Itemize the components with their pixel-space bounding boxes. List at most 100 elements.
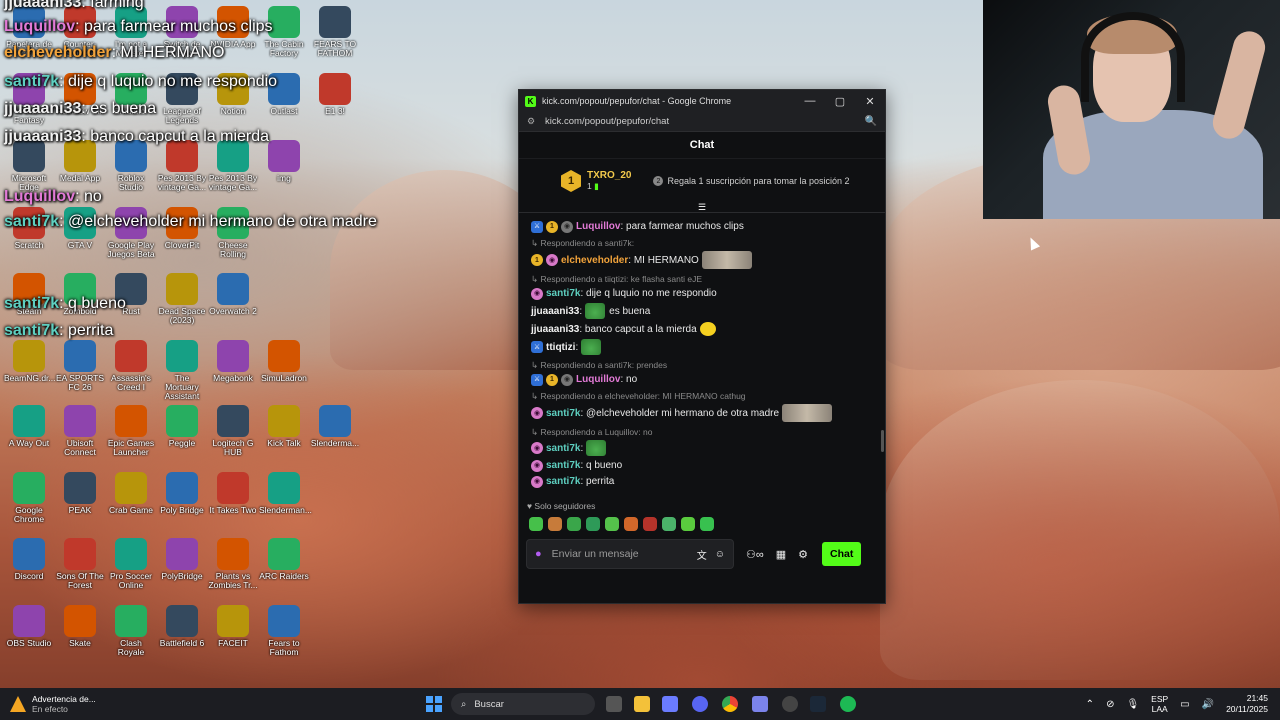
desktop-icon[interactable]: Ubisoft Connect xyxy=(55,405,105,457)
notification-warning[interactable]: Advertencia de... En efecto xyxy=(10,694,96,714)
minimize-button[interactable]: — xyxy=(795,95,825,107)
desktop-icon[interactable]: Peggle xyxy=(157,405,207,448)
desktop-icon[interactable]: Epic Games Launcher xyxy=(106,405,156,457)
reply-context[interactable]: ↳ Respondiendo a Luquillov: no xyxy=(531,427,873,438)
close-button[interactable]: ✕ xyxy=(855,95,885,108)
desktop-icon[interactable]: ARC Raiders xyxy=(259,538,309,581)
chat-message[interactable]: jjuaaani33: banco capcut a la mierda xyxy=(531,322,873,336)
chat-message[interactable]: ◉ santi7k: perrita xyxy=(531,475,873,488)
chat-username[interactable]: elcheveholder xyxy=(561,254,628,267)
desktop-icon[interactable]: Skate xyxy=(55,605,105,648)
chat-message[interactable]: jjuaaani33: es buena xyxy=(531,303,873,319)
desktop-icon[interactable]: OBS Studio xyxy=(4,605,54,648)
maximize-button[interactable]: ▢ xyxy=(825,95,855,108)
chat-username[interactable]: santi7k xyxy=(546,475,580,488)
chat-username[interactable]: santi7k xyxy=(546,287,580,300)
emoji-icon[interactable]: ☺ xyxy=(715,549,725,560)
teams-icon[interactable] xyxy=(752,696,768,712)
chat-username[interactable]: santi7k xyxy=(546,442,580,455)
emote-button[interactable] xyxy=(529,517,543,531)
desktop-icon[interactable]: Discord xyxy=(4,538,54,581)
emote-button[interactable] xyxy=(681,517,695,531)
desktop-icon[interactable]: Slenderman... xyxy=(259,472,312,515)
emote-button[interactable] xyxy=(624,517,638,531)
spotify-icon[interactable] xyxy=(840,696,856,712)
window-titlebar[interactable]: K kick.com/popout/pepufor/chat - Google … xyxy=(519,90,885,112)
emote-button[interactable] xyxy=(643,517,657,531)
taskbar-search[interactable]: ⌕ Buscar xyxy=(451,693,595,715)
start-button[interactable] xyxy=(426,696,442,712)
network-off-icon[interactable]: ⊘ xyxy=(1106,699,1114,710)
chat-username[interactable]: jjuaaani33 xyxy=(531,323,579,336)
emote-button[interactable] xyxy=(700,517,714,531)
desktop-icon[interactable]: Plants vs Zombies Tr... xyxy=(208,538,258,590)
desktop-icon[interactable]: A Way Out xyxy=(4,405,54,448)
chat-username[interactable]: ttiqtizi xyxy=(546,341,575,354)
chat-scrollbar[interactable] xyxy=(881,430,884,452)
chat-message[interactable]: ◉ santi7k: @elcheveholder mi hermano de o… xyxy=(531,404,873,422)
emote-button[interactable] xyxy=(605,517,619,531)
expand-chevron-icon[interactable]: ☰ xyxy=(519,202,885,213)
taskview-icon[interactable] xyxy=(606,696,622,712)
chat-username[interactable]: Luquillov xyxy=(576,220,620,233)
users-icon[interactable]: ⚇∞ xyxy=(746,548,764,561)
clock[interactable]: 21:45 20/11/2025 xyxy=(1226,693,1268,715)
translate-icon[interactable]: 文 xyxy=(697,547,707,562)
settings-gear-icon[interactable]: ⚙ xyxy=(798,548,808,561)
chat-username[interactable]: Luquillov xyxy=(576,373,620,386)
desktop-icon[interactable]: FACEIT xyxy=(208,605,258,648)
microphone-icon[interactable]: 🎙 xyxy=(1126,699,1139,710)
chat-message[interactable]: ◉ santi7k: xyxy=(531,440,873,456)
store-icon[interactable]: ▦ xyxy=(776,548,786,561)
desktop-icon[interactable]: Logitech G HUB xyxy=(208,405,258,457)
chat-message[interactable]: 1 ◉ elcheveholder: MI HERMANO xyxy=(531,251,873,269)
chat-username[interactable]: jjuaaani33 xyxy=(531,305,579,318)
zoom-icon[interactable]: 🔍 xyxy=(865,116,877,127)
language-indicator[interactable]: ESP LAA xyxy=(1151,694,1168,714)
volume-icon[interactable]: 🔊 xyxy=(1202,699,1214,710)
chat-username[interactable]: santi7k xyxy=(546,407,580,420)
rank-badge-icon: 1 xyxy=(546,373,558,386)
send-chat-button[interactable]: Chat xyxy=(821,542,862,566)
chevron-up-icon[interactable]: ⌃ xyxy=(1086,699,1094,710)
store-app-icon[interactable] xyxy=(662,696,678,712)
desktop-icon[interactable]: Clash Royale xyxy=(106,605,156,657)
address-bar[interactable]: ⚙ kick.com/popout/pepufor/chat 🔍 xyxy=(519,112,885,132)
chrome-icon[interactable] xyxy=(722,696,738,712)
site-info-icon[interactable]: ⚙ xyxy=(527,116,539,127)
obs-icon[interactable] xyxy=(782,696,798,712)
reply-context[interactable]: ↳ Respondiendo a santi7k: prendes xyxy=(531,360,873,371)
chat-username[interactable]: santi7k xyxy=(546,459,580,472)
chat-message[interactable]: ◉ santi7k: q bueno xyxy=(531,459,873,472)
desktop-icon[interactable]: Poly Bridge xyxy=(157,472,207,515)
steam-icon[interactable] xyxy=(810,696,826,712)
network-icon[interactable]: ▭ xyxy=(1180,699,1189,710)
pinned-leaderboard[interactable]: 1 TXRO_20 1 ▮ 2 Regala 1 suscripción para… xyxy=(519,159,885,203)
desktop-icon[interactable]: PEAK xyxy=(55,472,105,515)
emote-button[interactable] xyxy=(567,517,581,531)
message-input[interactable]: ● Enviar un mensaje 文 ☺ xyxy=(526,539,734,569)
desktop-icon[interactable]: Crab Game xyxy=(106,472,156,515)
chat-message[interactable]: ⚔ 1 ◉ Luquillov: no xyxy=(531,373,873,386)
reply-context[interactable]: ↳ Respondiendo a santi7k: xyxy=(531,238,873,249)
desktop-icon[interactable]: Slenderma... xyxy=(310,405,360,448)
chat-message[interactable]: ⚔ 1 ◉ Luquillov: para farmear muchos clips xyxy=(531,220,873,233)
chat-message[interactable]: ◉ santi7k: dije q luquio no me respondio xyxy=(531,287,873,300)
desktop-icon[interactable]: Battlefield 6 xyxy=(157,605,207,648)
desktop-icon[interactable]: Sons Of The Forest xyxy=(55,538,105,590)
reply-context[interactable]: ↳ Respondiendo a elcheveholder: MI HERMA… xyxy=(531,391,873,402)
file-explorer-icon[interactable] xyxy=(634,696,650,712)
desktop-icon[interactable]: Fears to Fathom xyxy=(259,605,309,657)
chat-message[interactable]: ⚔ ttiqtizi: xyxy=(531,339,873,355)
reply-context[interactable]: ↳ Respondiendo a tiiqtizi: ke flasha san… xyxy=(531,274,873,285)
mic-icon[interactable]: ● xyxy=(535,548,542,560)
emote-button[interactable] xyxy=(548,517,562,531)
desktop-icon[interactable]: Kick Talk xyxy=(259,405,309,448)
desktop-icon[interactable]: Pro Soccer Online xyxy=(106,538,156,590)
emote-button[interactable] xyxy=(662,517,676,531)
desktop-icon[interactable]: Google Chrome xyxy=(4,472,54,524)
emote-button[interactable] xyxy=(586,517,600,531)
desktop-icon[interactable]: PolyBridge xyxy=(157,538,207,581)
desktop-icon[interactable]: It Takes Two xyxy=(208,472,258,515)
discord-icon[interactable] xyxy=(692,696,708,712)
